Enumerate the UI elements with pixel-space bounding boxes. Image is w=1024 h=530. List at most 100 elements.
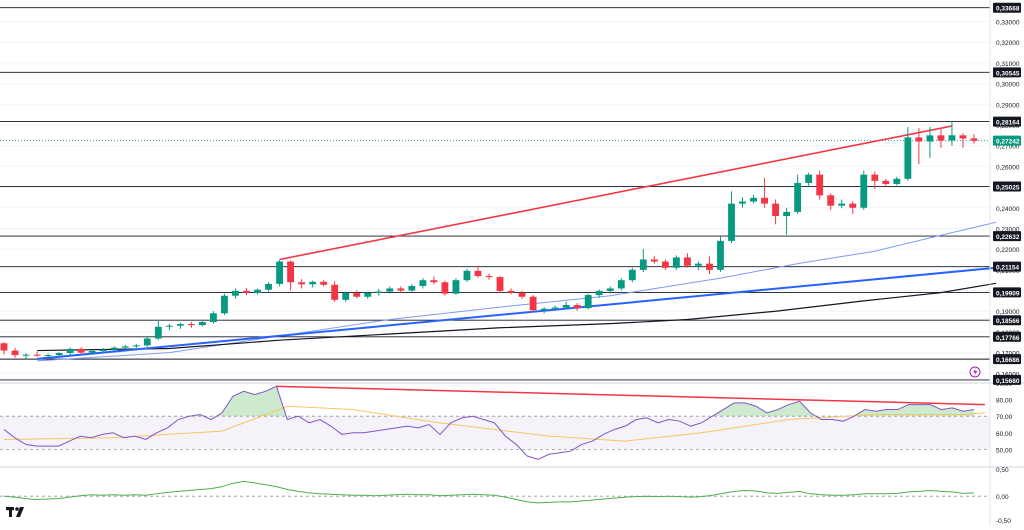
candle-body [143, 338, 151, 346]
candle[interactable] [353, 290, 361, 299]
candle[interactable] [463, 268, 471, 282]
candle[interactable] [706, 256, 713, 274]
candle-body [970, 138, 978, 141]
candle[interactable] [221, 293, 228, 315]
candle-body [22, 354, 30, 356]
candle[interactable] [132, 343, 140, 349]
candle[interactable] [232, 288, 239, 299]
candle[interactable] [761, 177, 768, 208]
candle-body [44, 355, 52, 357]
candle[interactable] [320, 280, 328, 287]
candle[interactable] [717, 236, 724, 272]
candle-body [320, 281, 328, 285]
candle[interactable] [187, 321, 195, 328]
candle[interactable] [441, 280, 449, 296]
candle[interactable] [165, 323, 173, 331]
candle[interactable] [683, 253, 691, 268]
candle[interactable] [419, 278, 427, 289]
candle[interactable] [937, 129, 945, 148]
candle[interactable] [375, 288, 383, 296]
candle[interactable] [816, 170, 824, 200]
candle[interactable] [573, 302, 581, 311]
candle[interactable] [243, 288, 250, 296]
candle-body [99, 349, 107, 351]
candle-body [243, 290, 250, 294]
candle[interactable] [154, 319, 162, 341]
candle[interactable] [628, 267, 636, 283]
level-label: 0,15680 [996, 378, 1020, 385]
rsi-trendline[interactable] [276, 385, 985, 406]
level-label: 0,17766 [996, 335, 1020, 342]
candle[interactable] [176, 322, 184, 329]
candle-body [772, 203, 780, 217]
candle-body [210, 313, 217, 322]
candle[interactable] [695, 261, 702, 270]
candle[interactable] [331, 281, 339, 302]
candle[interactable] [143, 336, 151, 347]
candle[interactable] [860, 170, 868, 210]
candle[interactable] [198, 321, 206, 327]
tradingview-logo [6, 507, 24, 517]
candle[interactable] [77, 347, 85, 355]
candle[interactable] [342, 291, 350, 302]
candle[interactable] [882, 178, 890, 188]
candlesticks [0, 120, 978, 359]
candle[interactable] [22, 353, 30, 359]
candle[interactable] [838, 199, 846, 209]
candle[interactable] [639, 249, 647, 272]
candle-body [871, 174, 879, 181]
candle[interactable] [849, 201, 857, 214]
candle[interactable] [210, 311, 217, 324]
candle[interactable] [617, 278, 625, 291]
candle[interactable] [496, 276, 504, 294]
candle[interactable] [783, 207, 791, 235]
candle[interactable] [540, 307, 548, 314]
candle[interactable] [364, 291, 372, 299]
candle[interactable] [11, 348, 19, 358]
candle[interactable] [529, 295, 537, 313]
candle[interactable] [672, 255, 680, 270]
candle[interactable] [650, 255, 658, 264]
candle[interactable] [507, 288, 515, 295]
candle[interactable] [452, 278, 460, 295]
candle-body [816, 174, 824, 196]
candle-body [254, 289, 261, 294]
candle[interactable] [739, 197, 746, 208]
rsi-tick-label: 70,00 [996, 414, 1013, 421]
candle[interactable] [397, 286, 405, 293]
candle-body [463, 270, 471, 281]
candle[interactable] [254, 288, 261, 295]
candle[interactable] [474, 265, 482, 278]
candle[interactable] [728, 191, 735, 243]
chart-workspace[interactable]: 50,0060,0070,0080,0090,00 0,00-0,500,50 … [0, 0, 1024, 525]
candle[interactable] [926, 127, 934, 159]
candle[interactable] [584, 293, 592, 310]
level-label: 0,22632 [996, 234, 1020, 241]
blue-trendline[interactable] [36, 266, 997, 360]
candle[interactable] [970, 134, 978, 144]
chart-svg[interactable]: 50,0060,0070,0080,0090,00 0,00-0,500,50 … [0, 0, 1024, 525]
ma-blue-line [37, 221, 997, 362]
candle-body [221, 295, 228, 314]
candle[interactable] [287, 260, 295, 291]
level-label: 0,33668 [996, 6, 1020, 13]
candle-body [232, 290, 239, 296]
candle[interactable] [661, 259, 669, 270]
candle-body [529, 296, 537, 311]
candle-body [639, 259, 647, 270]
candle[interactable] [298, 279, 306, 289]
candle[interactable] [309, 280, 317, 288]
level-label: 0,19909 [996, 290, 1020, 297]
candle[interactable] [485, 273, 493, 280]
candle[interactable] [772, 199, 780, 225]
candle[interactable] [794, 174, 802, 214]
candle[interactable] [66, 347, 74, 355]
candle-body [121, 346, 129, 348]
lightning-icon[interactable] [969, 366, 981, 378]
candle[interactable] [430, 276, 438, 285]
candle[interactable] [750, 194, 757, 204]
candle[interactable] [805, 172, 813, 188]
candle-body [805, 174, 813, 183]
candle[interactable] [276, 259, 283, 287]
candle[interactable] [893, 176, 901, 186]
